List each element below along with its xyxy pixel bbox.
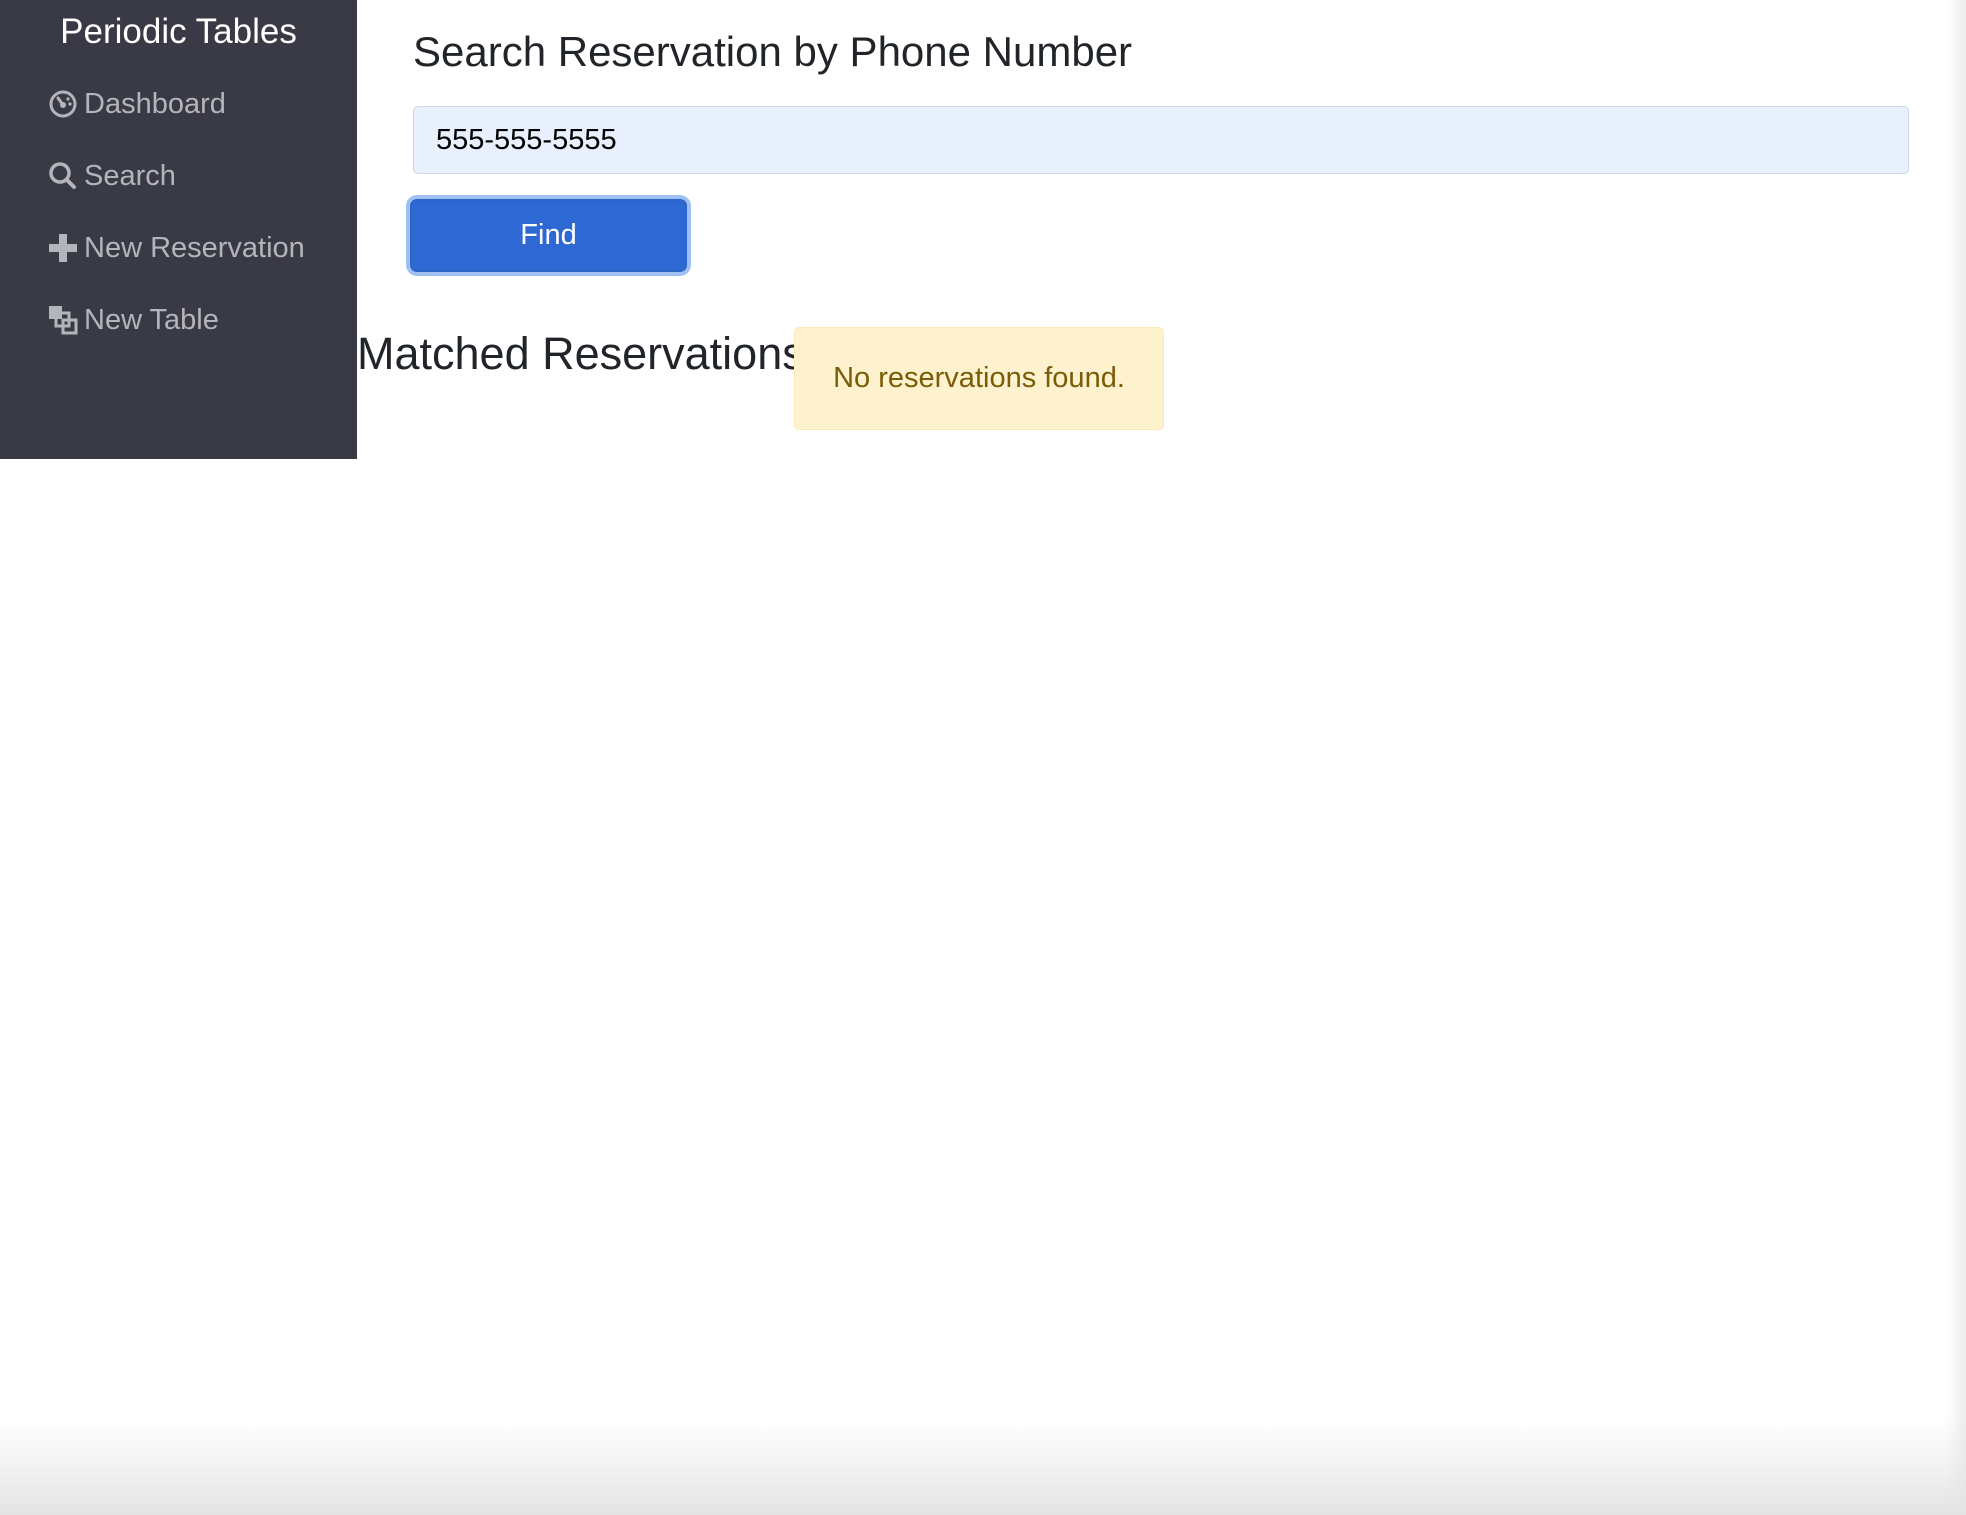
- sidebar-item-dashboard[interactable]: Dashboard: [48, 82, 226, 126]
- window-bottom-shadow: [0, 1420, 1966, 1515]
- brand-title[interactable]: Periodic Tables: [0, 10, 357, 54]
- sidebar: Periodic Tables Dashboard Search New Res…: [0, 0, 357, 459]
- sidebar-item-search[interactable]: Search: [48, 154, 176, 198]
- sidebar-item-label: Search: [84, 159, 176, 192]
- window-edge-shadow: [1946, 0, 1966, 1515]
- alert-message: No reservations found.: [833, 362, 1125, 394]
- phone-number-input[interactable]: [413, 106, 1909, 174]
- dashboard-icon: [48, 89, 78, 119]
- find-button[interactable]: Find: [410, 199, 687, 272]
- sidebar-item-label: Dashboard: [84, 87, 226, 120]
- sidebar-item-label: New Table: [84, 303, 219, 336]
- matched-reservations-heading: Matched Reservations:: [357, 328, 818, 379]
- search-icon: [48, 161, 78, 191]
- sidebar-item-label: New Reservation: [84, 231, 305, 264]
- no-reservations-alert: No reservations found.: [794, 327, 1164, 430]
- sidebar-item-new-table[interactable]: New Table: [48, 298, 219, 342]
- sidebar-item-new-reservation[interactable]: New Reservation: [48, 226, 305, 270]
- page-title: Search Reservation by Phone Number: [413, 28, 1133, 75]
- new-table-icon: [48, 305, 78, 335]
- plus-icon: [48, 233, 78, 263]
